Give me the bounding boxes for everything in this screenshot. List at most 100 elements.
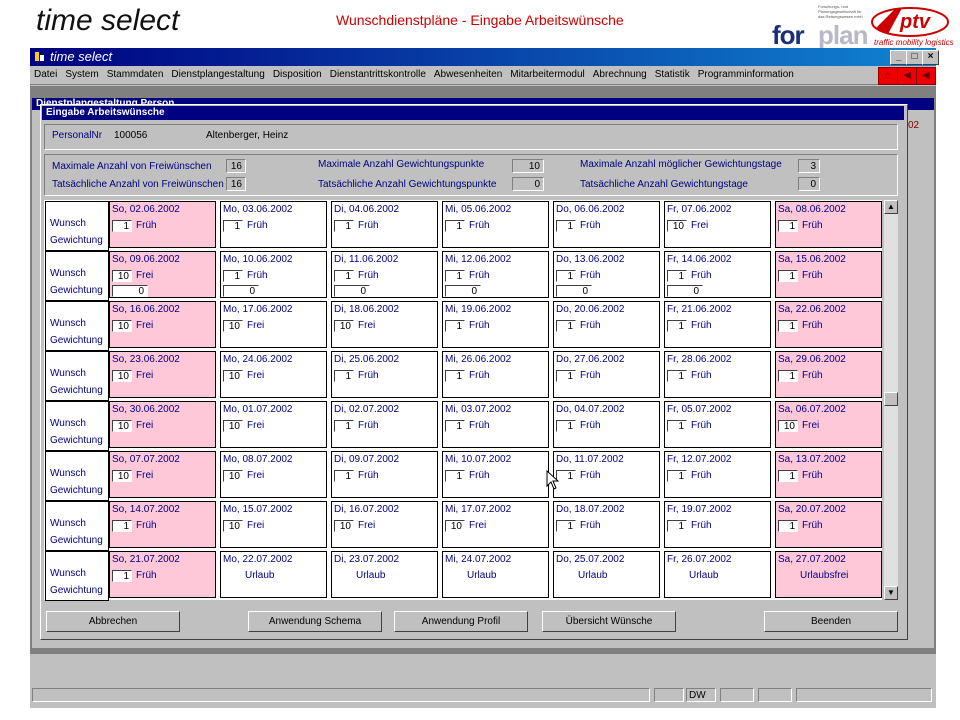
beenden-button[interactable]: Beenden bbox=[764, 611, 898, 632]
weight-input[interactable]: 0 bbox=[667, 285, 703, 297]
day-date: Mo, 03.06.2002 bbox=[223, 204, 293, 215]
day-cell: Sa, 22.06.2002 1 Früh bbox=[775, 301, 882, 348]
logo-small-text: Forschungs- und Planungsgesellschaft für… bbox=[818, 4, 863, 19]
wish-priority-input[interactable]: 1 bbox=[556, 320, 576, 332]
wish-shift-label: Früh bbox=[469, 270, 490, 281]
menu-dienstantrittskontrolle[interactable]: Dienstantrittskontrolle bbox=[326, 66, 430, 84]
wish-priority-input[interactable]: 1 bbox=[556, 220, 576, 232]
forplan-logo: for plan bbox=[772, 18, 868, 50]
day-date: Fr, 07.06.2002 bbox=[667, 204, 732, 215]
wish-priority-input[interactable]: 10 bbox=[778, 420, 798, 432]
menu-stammdaten[interactable]: Stammdaten bbox=[103, 66, 168, 84]
wish-priority-input[interactable]: 10 bbox=[223, 370, 243, 382]
day-date: Sa, 22.06.2002 bbox=[778, 304, 846, 315]
wish-priority-input[interactable]: 10 bbox=[112, 370, 132, 382]
day-cell: Mi, 24.07.2002 Urlaub bbox=[442, 551, 549, 598]
wish-priority-input[interactable]: 1 bbox=[334, 420, 354, 432]
day-date: Mi, 12.06.2002 bbox=[445, 254, 512, 265]
wish-priority-input[interactable]: 1 bbox=[667, 270, 687, 282]
wish-priority-input[interactable]: 10 bbox=[112, 270, 132, 282]
wish-priority-input[interactable]: 1 bbox=[223, 220, 243, 232]
wish-priority-input[interactable]: 10 bbox=[223, 420, 243, 432]
day-date: Sa, 08.06.2002 bbox=[778, 204, 846, 215]
menu-abrechnung[interactable]: Abrechnung bbox=[589, 66, 651, 84]
max-gew-label: Maximale Anzahl Gewichtungspunkte bbox=[318, 159, 485, 170]
row-label-gewichtung: Gewichtung bbox=[50, 585, 103, 596]
close-icon[interactable]: × bbox=[922, 50, 939, 65]
menu-dienstplangestaltung[interactable]: Dienstplangestaltung bbox=[167, 66, 268, 84]
wish-priority-input[interactable]: 1 bbox=[778, 270, 798, 282]
wish-priority-input[interactable]: 1 bbox=[556, 270, 576, 282]
menu-programminformation[interactable]: Programminformation bbox=[694, 66, 798, 84]
wish-priority-input[interactable]: 10 bbox=[223, 470, 243, 482]
wish-priority-input[interactable]: 1 bbox=[445, 270, 465, 282]
maximize-icon[interactable]: □ bbox=[906, 50, 923, 65]
scroll-up-icon[interactable]: ▲ bbox=[884, 200, 898, 214]
weight-input[interactable]: 0 bbox=[112, 285, 148, 297]
wish-priority-input[interactable]: 1 bbox=[778, 470, 798, 482]
anwendung-profil-button[interactable]: Anwendung Profil bbox=[394, 611, 528, 632]
wish-priority-input[interactable]: 1 bbox=[445, 320, 465, 332]
day-date: Do, 06.06.2002 bbox=[556, 204, 625, 215]
uebersicht-wuensche-button[interactable]: Übersicht Wünsche bbox=[542, 611, 676, 632]
weight-input[interactable]: 0 bbox=[334, 285, 370, 297]
wish-priority-input[interactable]: 1 bbox=[778, 370, 798, 382]
max-gew-value: 10 bbox=[512, 159, 544, 173]
wish-priority-input[interactable]: 10 bbox=[334, 320, 354, 332]
wish-priority-input[interactable]: 10 bbox=[445, 520, 465, 532]
day-cell: Sa, 15.06.2002 1 Früh bbox=[775, 251, 882, 298]
wish-priority-input[interactable]: 1 bbox=[112, 520, 132, 532]
wish-priority-input[interactable]: 1 bbox=[334, 470, 354, 482]
wish-priority-input[interactable]: 1 bbox=[334, 220, 354, 232]
wish-priority-input[interactable]: 10 bbox=[223, 520, 243, 532]
anwendung-schema-button[interactable]: Anwendung Schema bbox=[248, 611, 382, 632]
wish-priority-input[interactable]: 1 bbox=[778, 220, 798, 232]
wish-priority-input[interactable]: 10 bbox=[112, 470, 132, 482]
wish-priority-input[interactable]: 10 bbox=[334, 520, 354, 532]
back-arrow-red-icon[interactable]: ◀ bbox=[916, 67, 936, 85]
back-arrow-icon[interactable]: ◀ bbox=[897, 67, 917, 85]
wish-priority-input[interactable]: 1 bbox=[667, 470, 687, 482]
wish-priority-input[interactable]: 1 bbox=[445, 420, 465, 432]
wish-shift-label: Früh bbox=[802, 370, 823, 381]
wish-priority-input[interactable]: 1 bbox=[667, 320, 687, 332]
day-cell: Do, 06.06.2002 1 Früh bbox=[553, 201, 660, 248]
menu-abwesenheiten[interactable]: Abwesenheiten bbox=[430, 66, 506, 84]
app-titlebar: time select _ □ × bbox=[30, 48, 939, 66]
wish-priority-input[interactable]: 1 bbox=[556, 520, 576, 532]
menu-statistik[interactable]: Statistik bbox=[651, 66, 694, 84]
minimize-icon[interactable]: _ bbox=[890, 50, 907, 65]
wish-priority-input[interactable]: 10 bbox=[223, 320, 243, 332]
wish-priority-input[interactable]: 10 bbox=[112, 420, 132, 432]
menu-datei[interactable]: Datei bbox=[30, 66, 61, 84]
menu-mitarbeitermodul[interactable]: Mitarbeitermodul bbox=[506, 66, 588, 84]
weight-input[interactable]: 0 bbox=[223, 285, 259, 297]
wish-priority-input[interactable]: 1 bbox=[445, 220, 465, 232]
wish-priority-input[interactable]: 1 bbox=[556, 420, 576, 432]
menu-system[interactable]: System bbox=[61, 66, 102, 84]
wish-priority-input[interactable]: 1 bbox=[667, 520, 687, 532]
wish-priority-input[interactable]: 1 bbox=[334, 370, 354, 382]
weight-input[interactable]: 0 bbox=[556, 285, 592, 297]
wish-priority-input[interactable]: 1 bbox=[445, 470, 465, 482]
home-icon[interactable]: ⌂ bbox=[878, 67, 898, 85]
scroll-down-icon[interactable]: ▼ bbox=[884, 586, 898, 600]
menu-disposition[interactable]: Disposition bbox=[269, 66, 326, 84]
wish-priority-input[interactable]: 1 bbox=[334, 270, 354, 282]
wish-priority-input[interactable]: 1 bbox=[223, 270, 243, 282]
wish-priority-input[interactable]: 1 bbox=[445, 370, 465, 382]
wish-priority-input[interactable]: 1 bbox=[778, 520, 798, 532]
wish-priority-input[interactable]: 10 bbox=[667, 220, 687, 232]
wish-priority-input[interactable]: 1 bbox=[556, 370, 576, 382]
wish-priority-input[interactable]: 1 bbox=[667, 420, 687, 432]
wish-priority-input[interactable]: 10 bbox=[112, 320, 132, 332]
wish-priority-input[interactable]: 1 bbox=[112, 220, 132, 232]
act-frei-value: 16 bbox=[226, 177, 246, 191]
scroll-thumb[interactable] bbox=[884, 392, 898, 406]
row-label-wunsch: Wunsch bbox=[50, 568, 86, 579]
weight-input[interactable]: 0 bbox=[445, 285, 481, 297]
wish-priority-input[interactable]: 1 bbox=[778, 320, 798, 332]
wish-priority-input[interactable]: 1 bbox=[667, 370, 687, 382]
wish-priority-input[interactable]: 1 bbox=[112, 570, 132, 582]
abbrechen-button[interactable]: Abbrechen bbox=[46, 611, 180, 632]
